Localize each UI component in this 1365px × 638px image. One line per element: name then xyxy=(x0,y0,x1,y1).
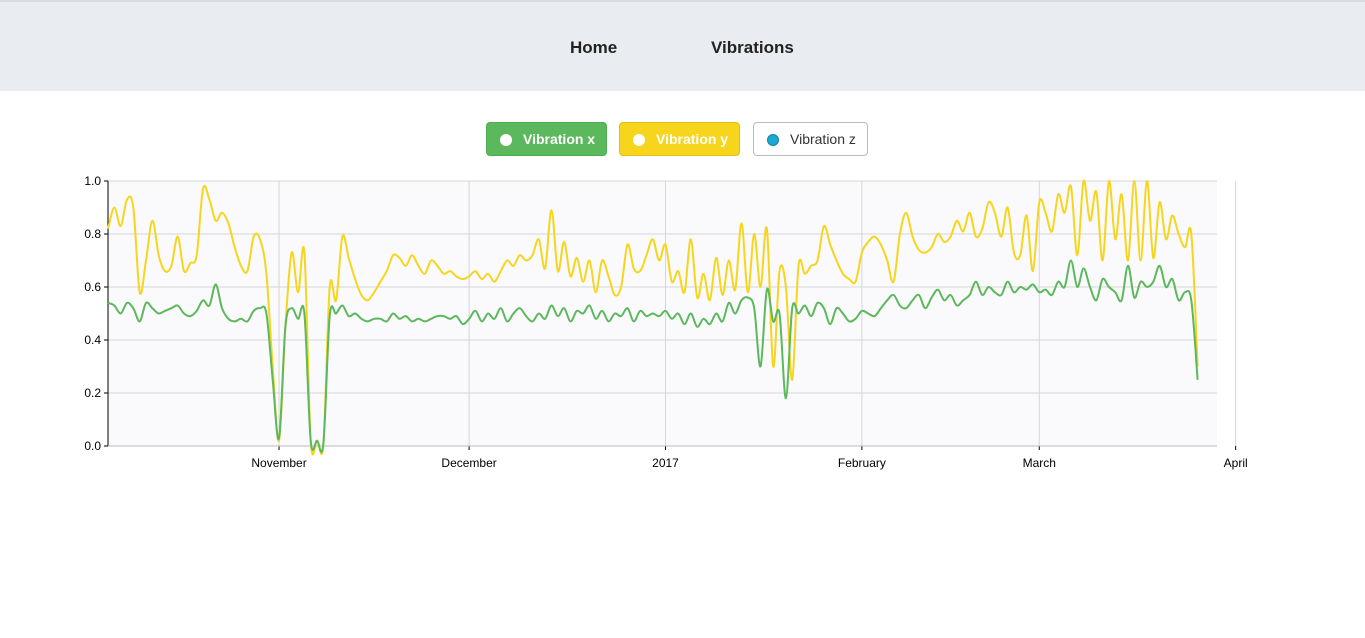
x-tick-label: November xyxy=(251,456,306,470)
y-tick-label: 0.4 xyxy=(84,333,101,347)
y-tick-label: 0.2 xyxy=(84,386,101,400)
y-tick-label: 0.6 xyxy=(84,280,101,294)
x-tick-label: February xyxy=(838,456,886,470)
y-tick-label: 0.8 xyxy=(84,227,101,241)
y-tick-label: 1.0 xyxy=(84,174,101,188)
x-tick-label: December xyxy=(441,456,496,470)
vibration-line-chart: 0.0 0.2 0.4 0.6 0.8 1.0 November December 2017 Fe… xyxy=(84,174,1248,470)
x-tick-label: March xyxy=(1023,456,1056,470)
x-tick-label: April xyxy=(1224,456,1248,470)
y-tick-label: 0.0 xyxy=(84,439,101,453)
x-tick-label: 2017 xyxy=(652,456,679,470)
